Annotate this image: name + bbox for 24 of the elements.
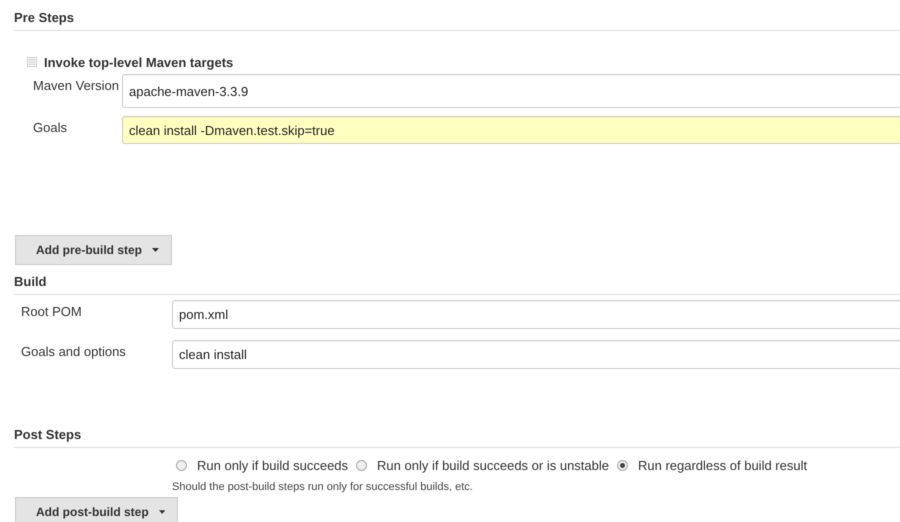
radio-option[interactable]: Run regardless of build result <box>617 458 808 473</box>
radio-option[interactable]: Run only if build succeeds <box>176 458 348 473</box>
step-title: Invoke top-level Maven targets <box>44 55 234 70</box>
field-label: Goals and options <box>21 343 127 359</box>
field-label: Maven Version <box>33 77 120 93</box>
section-heading: Post Steps <box>14 417 900 448</box>
add-post-build-step-button[interactable]: Add post-build step <box>15 497 178 522</box>
section-heading: Build <box>14 265 900 295</box>
field-label: Root POM <box>21 303 83 319</box>
text-field[interactable]: pom.xml <box>172 300 900 329</box>
caret-icon <box>152 248 159 252</box>
text-field[interactable]: clean install <box>172 340 900 369</box>
section-heading: Pre Steps <box>14 0 900 31</box>
drag-handle-icon[interactable] <box>27 57 38 68</box>
caret-icon <box>158 510 165 514</box>
radio-button[interactable] <box>176 460 187 471</box>
radio-option[interactable]: Run only if build succeeds or is unstable <box>356 458 609 473</box>
text-field[interactable]: clean install -Dmaven.test.skip=true <box>122 116 900 144</box>
radio-button[interactable] <box>356 460 368 471</box>
add-pre-build-step-button[interactable]: Add pre-build step <box>15 235 172 265</box>
text-field[interactable]: apache-maven-3.3.9 <box>122 74 900 108</box>
radio-button[interactable] <box>617 460 628 471</box>
help-text: Should the post-build steps run only for successful builds, etc. <box>172 481 474 493</box>
field-label: Goals <box>33 119 68 135</box>
